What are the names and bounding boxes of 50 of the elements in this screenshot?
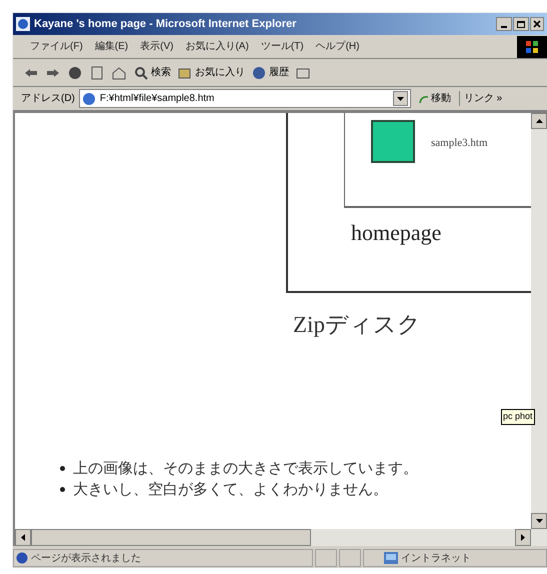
links-button[interactable]: リンク » xyxy=(458,91,502,106)
toolbar-button[interactable]: お気に入り xyxy=(177,65,245,80)
status-message: ページが表示されました xyxy=(31,552,141,566)
up-arrow-icon xyxy=(536,119,542,123)
menu-item[interactable]: ヘルプ(H) xyxy=(310,39,364,54)
house-icon[interactable] xyxy=(111,66,127,80)
left-arrow-icon xyxy=(21,534,25,541)
horizontal-scrollbar[interactable] xyxy=(13,529,547,546)
menu-item[interactable]: ファイル(F) xyxy=(25,39,88,54)
zone-label: イントラネット xyxy=(401,552,471,566)
vertical-scrollbar[interactable] xyxy=(531,113,547,529)
scroll-left-button[interactable] xyxy=(15,529,31,546)
list-item-text: 大きいし、空白が多くて、よくわかりません。 xyxy=(73,480,388,500)
menu-item[interactable]: お気に入り(A) xyxy=(180,39,254,54)
file-label: sample3.htm xyxy=(431,136,488,151)
status-panel xyxy=(339,549,361,567)
go-button[interactable]: 移動 xyxy=(414,91,455,106)
address-label: アドレス(D) xyxy=(21,92,75,106)
network-icon xyxy=(384,552,398,564)
logo-icon xyxy=(517,36,547,58)
square-icon xyxy=(371,120,415,163)
scroll-thumb[interactable] xyxy=(31,529,311,546)
right-arrow-icon xyxy=(521,534,525,541)
caret-icon xyxy=(396,96,404,100)
maximize-button[interactable] xyxy=(513,17,529,31)
bullet-icon xyxy=(60,466,65,471)
dropdown-button[interactable] xyxy=(392,91,408,106)
status-panel xyxy=(315,549,337,567)
scroll-right-button[interactable] xyxy=(515,529,531,546)
zip-disk-caption: Zipディスク xyxy=(293,311,421,339)
folder-icon xyxy=(177,66,193,80)
menu-item[interactable]: 編集(E) xyxy=(90,39,134,54)
homepage-caption: homepage xyxy=(351,219,442,247)
bullet-icon xyxy=(60,487,65,492)
address-field[interactable]: F:¥html¥file¥sample8.htm xyxy=(78,89,411,108)
menu-item[interactable]: 表示(V) xyxy=(135,39,178,54)
scroll-down-button[interactable] xyxy=(531,513,547,529)
close-icon xyxy=(533,20,541,28)
toolbar-button[interactable]: 履歴 xyxy=(251,65,289,80)
menu-item[interactable]: ツール(T) xyxy=(256,39,309,54)
toolbar-button[interactable]: 検索 xyxy=(133,65,171,80)
list-item-text: 上の画像は、そのままの大きさで表示しています。 xyxy=(73,459,418,479)
window-title: Kayane 's home page - Microsoft Internet Explorer xyxy=(34,16,298,32)
scroll-up-button[interactable] xyxy=(531,113,547,129)
close-button[interactable] xyxy=(530,17,544,31)
tooltip: pc phot xyxy=(501,409,535,424)
down-arrow-icon xyxy=(536,519,542,523)
minimize-button[interactable] xyxy=(496,17,512,31)
browser-icon xyxy=(15,16,31,32)
search-icon xyxy=(133,66,149,80)
